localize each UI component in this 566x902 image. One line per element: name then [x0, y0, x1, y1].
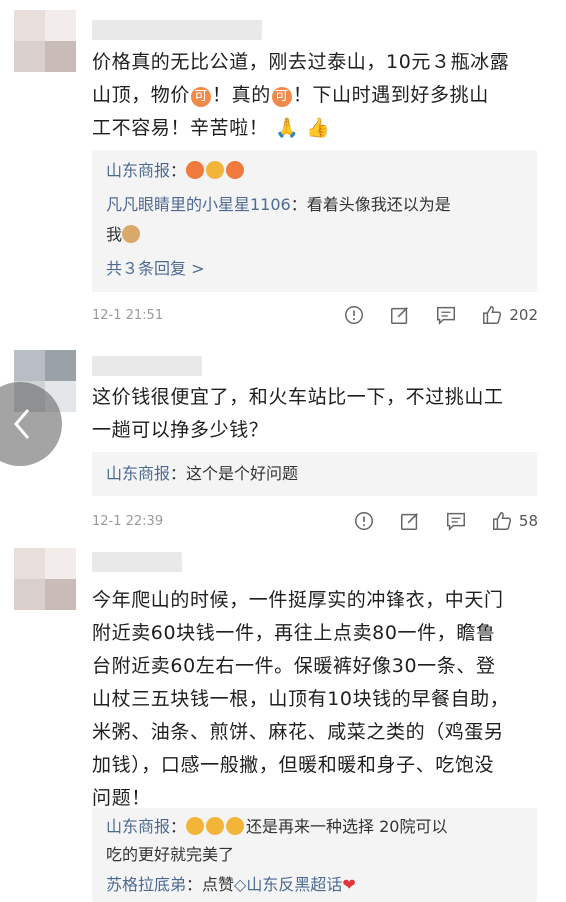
laugh-cry-emoji-icon — [186, 161, 205, 179]
comment-line: 米粥、油条、煎饼、麻花、咸菜之类的（鸡蛋另 — [92, 721, 504, 743]
comment-text: 这价钱很便宜了，和火车站比一下，不过挑山工 一趟可以挣多少钱？ — [92, 381, 540, 447]
username-blurred[interactable] — [92, 356, 202, 376]
repost-icon[interactable] — [389, 304, 411, 326]
thumbs-up-icon — [492, 512, 511, 530]
comment-line: 今年爬山的时候，一件挺厚实的冲锋衣，中天门 — [92, 589, 504, 611]
more-replies-link[interactable]: 共３条回复 > — [106, 256, 205, 282]
comment-line: 加钱），口感一般撇，但暖和暖和身子、吃饱没 — [92, 754, 495, 776]
pray-hands-icon: 🙏 — [275, 117, 300, 139]
comment-icon[interactable] — [435, 304, 457, 326]
like-button[interactable]: 202 — [481, 304, 538, 326]
like-button[interactable]: 58 — [491, 510, 538, 532]
comment-line: 这价钱很便宜了，和火车站比一下，不过挑山工 — [92, 386, 504, 408]
comment-line: 附近卖60块钱一件，再往上点卖80一件，瞻鲁 — [92, 622, 496, 644]
ke-emoji-icon: 可 — [271, 87, 292, 107]
thumb-icon: 👍 — [305, 117, 331, 139]
comment-time: 12-1 22:39 — [92, 514, 164, 529]
comment-icon[interactable] — [445, 510, 467, 532]
super-topic-icon: ◇ — [234, 875, 247, 894]
comment-time: 12-1 21:51 — [92, 308, 164, 323]
laugh-cry-emoji-icon — [226, 161, 245, 179]
reply-author[interactable]: 苏格拉底弟 — [106, 875, 186, 894]
smile-emoji-icon — [186, 817, 205, 835]
report-icon[interactable] — [343, 304, 365, 326]
comment-line: 台附近卖60左右一件。保暖裤好像30一条、登 — [92, 655, 496, 677]
laugh-emoji-icon — [206, 161, 225, 179]
comment-line: 山杖三五块钱一根，山顶有10块钱的早餐自助， — [92, 688, 510, 710]
comment-line: 价格真的无比公道，刚去过泰山，10元３瓶冰露 — [92, 51, 510, 73]
reply-box[interactable]: 山东商报：这个是个好问题 — [92, 452, 537, 496]
reply-item: 山东商报： 还是再来一种选择 20院可以 — [106, 817, 448, 836]
reply-item: 我 — [106, 222, 142, 248]
comment-actions: 202 — [343, 304, 538, 326]
reply-item: 山东商报：这个是个好问题 — [106, 464, 299, 483]
reply-author[interactable]: 山东商报 — [106, 817, 170, 836]
username-blurred[interactable] — [92, 552, 182, 572]
smile-emoji-icon — [226, 817, 245, 835]
topic-link[interactable]: 山东反黑超话 — [246, 875, 342, 894]
comment-line: 工不容易！辛苦啦！ 🙏 👍 — [92, 117, 331, 139]
like-count: 58 — [518, 512, 538, 530]
reply-item: 吃的更好就完美了 — [106, 845, 235, 864]
heart-icon: ❤ — [342, 875, 356, 894]
comment-text: 今年爬山的时候，一件挺厚实的冲锋衣，中天门 附近卖60块钱一件，再往上点卖80一… — [92, 584, 540, 815]
reply-author[interactable]: 凡凡眼睛里的小星星1106 — [106, 195, 291, 214]
reply-item: 苏格拉底弟：点赞◇山东反黑超话❤ — [106, 875, 356, 894]
reply-box[interactable]: 山东商报： 凡凡眼睛里的小星星1106：看着头像我还以为是 我 共３条回复 > — [92, 150, 537, 292]
username-blurred[interactable] — [92, 20, 262, 40]
reply-item: 山东商报： — [106, 158, 246, 184]
comment-text: 价格真的无比公道，刚去过泰山，10元３瓶冰露 山顶，物价可！真的可！下山时遇到好… — [92, 46, 540, 145]
comment-line: 一趟可以挣多少钱？ — [92, 419, 269, 441]
reply-box[interactable]: 山东商报： 还是再来一种选择 20院可以 吃的更好就完美了 苏格拉底弟：点赞◇山东… — [92, 808, 537, 902]
repost-icon[interactable] — [399, 510, 421, 532]
thumbs-up-icon — [483, 306, 502, 324]
comment-actions: 58 — [353, 510, 538, 532]
chevron-left-icon — [14, 409, 30, 439]
cow-emoji-icon — [122, 225, 141, 243]
report-icon[interactable] — [353, 510, 375, 532]
ke-emoji-icon: 可 — [191, 87, 212, 107]
avatar[interactable] — [14, 548, 76, 610]
reply-item: 凡凡眼睛里的小星星1106：看着头像我还以为是 — [106, 195, 451, 214]
smile-emoji-icon — [206, 817, 225, 835]
reply-author[interactable]: 山东商报 — [106, 161, 170, 180]
avatar[interactable] — [14, 10, 76, 72]
reply-author[interactable]: 山东商报 — [106, 464, 170, 483]
like-count: 202 — [509, 306, 538, 324]
comment-line: 山顶，物价可！真的可！下山时遇到好多挑山 — [92, 84, 489, 107]
